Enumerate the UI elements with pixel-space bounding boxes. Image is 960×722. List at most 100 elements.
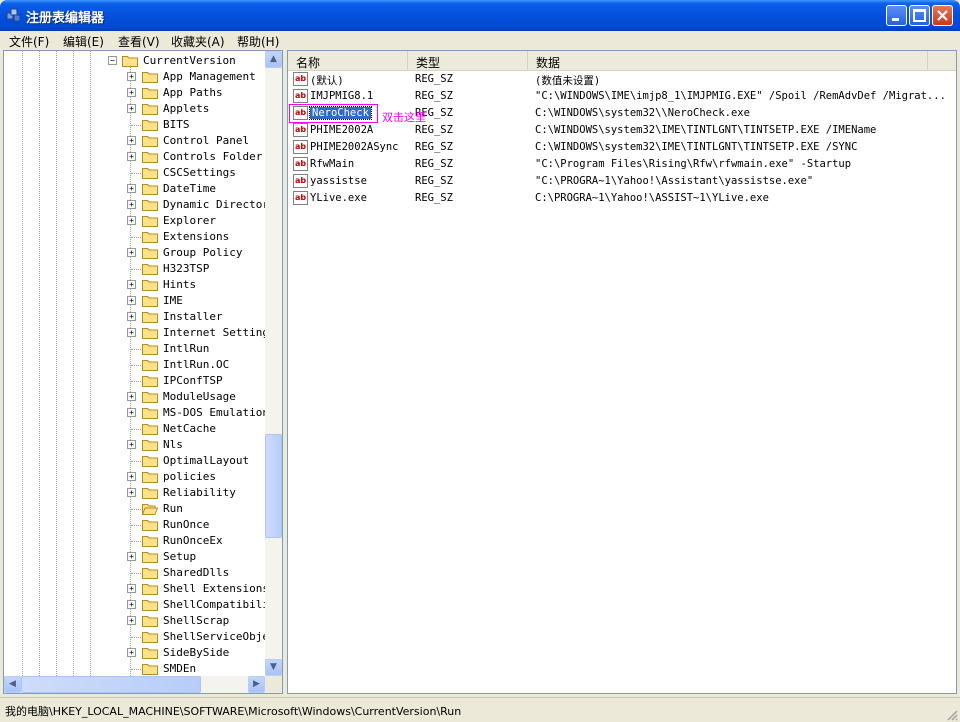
minimize-button[interactable] [886, 5, 907, 26]
tree-node[interactable]: RunOnceEx [4, 533, 265, 549]
column-header-name[interactable]: 名称 [288, 51, 408, 70]
tree-node[interactable]: IntlRun.OC [4, 357, 265, 373]
column-header-type[interactable]: 类型 [408, 51, 528, 70]
expand-icon[interactable]: + [127, 600, 136, 609]
scroll-up-button[interactable]: ▲ [265, 51, 282, 68]
expand-icon[interactable]: + [127, 136, 136, 145]
expand-icon[interactable]: + [127, 184, 136, 193]
tree-node[interactable]: + Setup [4, 549, 265, 565]
expand-icon[interactable]: + [127, 584, 136, 593]
tree-node[interactable]: IntlRun [4, 341, 265, 357]
key-tree[interactable]: − CurrentVersion + App Management + App Pat… [4, 51, 265, 676]
tree-label: ShellCompatibilit [163, 598, 265, 611]
close-button[interactable] [932, 5, 953, 26]
expand-icon[interactable]: + [127, 408, 136, 417]
tree-label: Nls [163, 438, 183, 451]
tree-node[interactable]: + App Management [4, 69, 265, 85]
folder-icon [142, 120, 158, 131]
value-row[interactable]: ab RfwMain REG_SZ "C:\Program Files\Rising\… [288, 156, 956, 173]
tree-node-currentversion[interactable]: − CurrentVersion [4, 53, 265, 69]
expand-icon[interactable]: + [127, 440, 136, 449]
tree-branch-line [131, 669, 141, 670]
collapse-icon[interactable]: − [108, 56, 117, 65]
tree-node[interactable]: + Hints [4, 277, 265, 293]
tree-node[interactable]: + SideBySide [4, 645, 265, 661]
tree-node[interactable]: + ShellScrap [4, 613, 265, 629]
expand-icon[interactable]: + [127, 152, 136, 161]
value-row[interactable]: ab YLive.exe REG_SZ C:\PROGRA~1\Yahoo!\ASSI… [288, 190, 956, 207]
tree-horizontal-scrollbar[interactable]: ◀ ▶ [4, 676, 265, 693]
string-value-icon: ab [293, 157, 308, 171]
expand-icon[interactable]: + [127, 216, 136, 225]
tree-node[interactable]: + App Paths [4, 85, 265, 101]
tree-node[interactable]: + Control Panel [4, 133, 265, 149]
tree-node[interactable]: + policies [4, 469, 265, 485]
tree-node[interactable]: + DateTime [4, 181, 265, 197]
tree-branch-line [131, 429, 141, 430]
value-row[interactable]: ab (默认) REG_SZ (数值未设置) [288, 71, 956, 88]
tree-node[interactable]: + Internet Settings [4, 325, 265, 341]
tree-node[interactable]: + IME [4, 293, 265, 309]
tree-node[interactable]: + MS-DOS Emulation [4, 405, 265, 421]
expand-icon[interactable]: + [127, 392, 136, 401]
tree-node[interactable]: RunOnce [4, 517, 265, 533]
tree-node[interactable]: + Explorer [4, 213, 265, 229]
menu-view[interactable]: 查看(V) [118, 33, 160, 50]
tree-node[interactable]: + Reliability [4, 485, 265, 501]
tree-node[interactable]: + Installer [4, 309, 265, 325]
expand-icon[interactable]: + [127, 88, 136, 97]
column-header-data[interactable]: 数据 [528, 51, 928, 70]
tree-vertical-scrollbar[interactable]: ▲ ▼ [265, 51, 282, 676]
menu-favorites[interactable]: 收藏夹(A) [171, 33, 225, 50]
tree-node[interactable]: OptimalLayout [4, 453, 265, 469]
tree-node[interactable]: Run [4, 501, 265, 517]
menu-edit[interactable]: 编辑(E) [63, 33, 104, 50]
value-row[interactable]: ab IMJPMIG8.1 REG_SZ "C:\WINDOWS\IME\imjp8_… [288, 88, 956, 105]
expand-icon[interactable]: + [127, 200, 136, 209]
tree-node[interactable]: IPConfTSP [4, 373, 265, 389]
tree-node[interactable]: SMDEn [4, 661, 265, 676]
scroll-thumb[interactable] [21, 676, 201, 693]
tree-node[interactable]: Extensions [4, 229, 265, 245]
expand-icon[interactable]: + [127, 296, 136, 305]
expand-icon[interactable]: + [127, 312, 136, 321]
tree-node[interactable]: + ModuleUsage [4, 389, 265, 405]
key-tree-pane[interactable]: − CurrentVersion + App Management + App Pat… [3, 50, 283, 694]
resize-grip-icon[interactable] [946, 709, 958, 721]
tree-node[interactable]: + Controls Folder [4, 149, 265, 165]
scroll-thumb[interactable] [265, 434, 282, 538]
value-row[interactable]: ab yassistse REG_SZ "C:\PROGRA~1\Yahoo!\Ass… [288, 173, 956, 190]
scroll-down-button[interactable]: ▼ [265, 659, 282, 676]
maximize-button[interactable] [909, 5, 930, 26]
expand-icon[interactable]: + [127, 488, 136, 497]
expand-icon[interactable]: + [127, 72, 136, 81]
folder-icon [142, 296, 158, 307]
tree-node[interactable]: ShellServiceObjec [4, 629, 265, 645]
expand-icon[interactable]: + [127, 280, 136, 289]
tree-node[interactable]: + Nls [4, 437, 265, 453]
menu-file[interactable]: 文件(F) [9, 33, 49, 50]
expand-icon[interactable]: + [127, 248, 136, 257]
tree-node[interactable]: CSCSettings [4, 165, 265, 181]
expand-icon[interactable]: + [127, 104, 136, 113]
tree-node[interactable]: + Dynamic Directory [4, 197, 265, 213]
expand-icon[interactable]: + [127, 648, 136, 657]
menu-help[interactable]: 帮助(H) [237, 33, 279, 50]
tree-node[interactable]: + Shell Extensions [4, 581, 265, 597]
expand-icon[interactable]: + [127, 552, 136, 561]
expand-icon[interactable]: + [127, 616, 136, 625]
scroll-right-button[interactable]: ▶ [248, 676, 265, 693]
tree-node[interactable]: H323TSP [4, 261, 265, 277]
values-list-pane[interactable]: 名称 类型 数据 ab (默认) REG_SZ (数值未设置) ab IMJPMIG8.1… [287, 50, 957, 694]
tree-node[interactable]: + ShellCompatibilit [4, 597, 265, 613]
expand-icon[interactable]: + [127, 472, 136, 481]
tree-node[interactable]: + Group Policy [4, 245, 265, 261]
title-bar[interactable]: 注册表编辑器 [0, 0, 960, 31]
tree-node[interactable]: SharedDlls [4, 565, 265, 581]
scroll-left-button[interactable]: ◀ [4, 676, 21, 693]
expand-icon[interactable]: + [127, 328, 136, 337]
tree-node[interactable]: BITS [4, 117, 265, 133]
tree-node[interactable]: + Applets [4, 101, 265, 117]
tree-node[interactable]: NetCache [4, 421, 265, 437]
value-row[interactable]: ab PHIME2002ASync REG_SZ C:\WINDOWS\system3… [288, 139, 956, 156]
